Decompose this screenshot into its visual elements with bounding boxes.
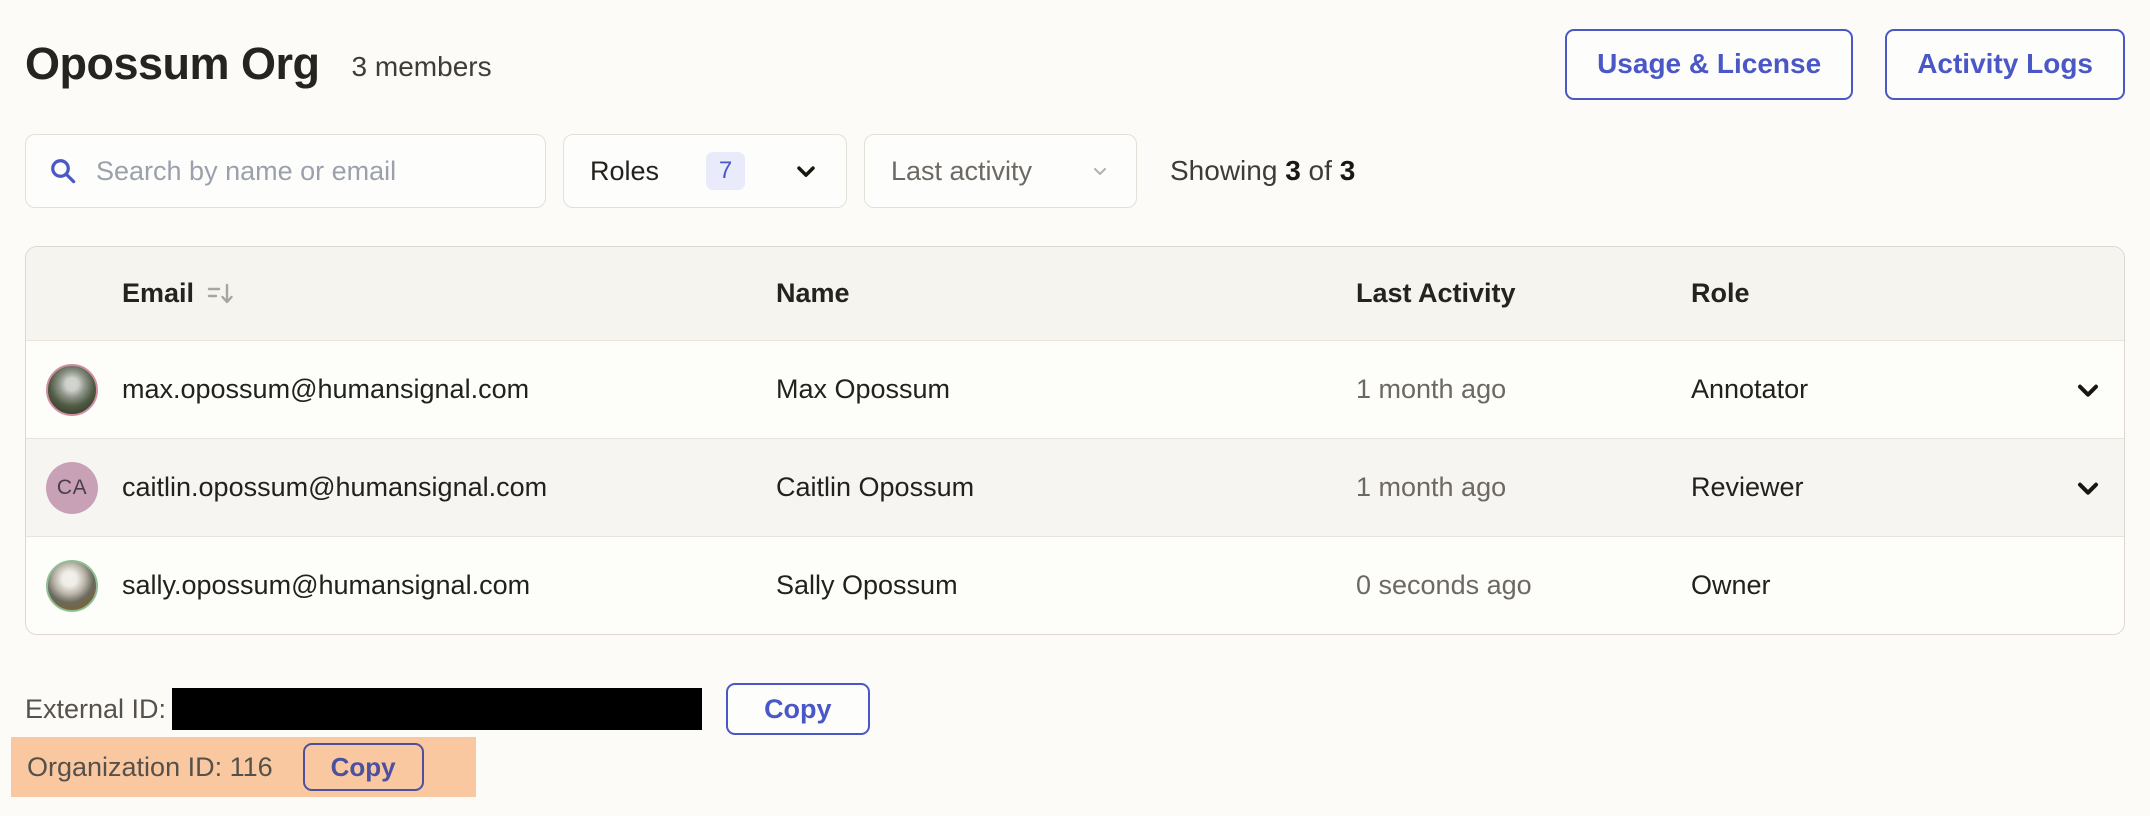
- organization-id-highlight: Organization ID: 116 Copy: [11, 737, 476, 797]
- external-id-copy-button[interactable]: Copy: [726, 683, 870, 735]
- members-count: 3 members: [352, 51, 492, 83]
- member-last-activity: 0 seconds ago: [1356, 570, 1691, 601]
- table-row[interactable]: sally.opossum@humansignal.com Sally Opos…: [26, 536, 2124, 634]
- usage-license-button[interactable]: Usage & License: [1565, 29, 1853, 100]
- external-id-redacted-value: [172, 688, 702, 730]
- chevron-down-icon: [792, 157, 820, 185]
- roles-count-badge: 7: [706, 152, 745, 190]
- member-email: caitlin.opossum@humansignal.com: [122, 472, 547, 503]
- table-row[interactable]: CA caitlin.opossum@humansignal.com Caitl…: [26, 438, 2124, 536]
- column-header-name[interactable]: Name: [776, 278, 1356, 309]
- member-email: sally.opossum@humansignal.com: [122, 570, 530, 601]
- last-activity-filter-label: Last activity: [891, 156, 1032, 187]
- member-email: max.opossum@humansignal.com: [122, 374, 529, 405]
- header-buttons: Usage & License Activity Logs: [1565, 29, 2125, 100]
- column-header-role[interactable]: Role: [1691, 278, 2034, 309]
- table-header-row: Email Name Last Activity Role: [26, 247, 2124, 340]
- member-name: Max Opossum: [776, 374, 1356, 405]
- roles-filter-label: Roles: [590, 156, 659, 187]
- email-cell: max.opossum@humansignal.com: [46, 364, 776, 416]
- member-name: Caitlin Opossum: [776, 472, 1356, 503]
- activity-logs-button[interactable]: Activity Logs: [1885, 29, 2125, 100]
- search-box[interactable]: [25, 134, 546, 208]
- member-name: Sally Opossum: [776, 570, 1356, 601]
- search-icon: [48, 156, 78, 186]
- toolbar: Roles 7 Last activity Showing 3 of 3: [25, 134, 2125, 208]
- avatar: CA: [46, 462, 98, 514]
- column-header-last-activity[interactable]: Last Activity: [1356, 278, 1691, 309]
- member-role: Reviewer: [1691, 472, 2034, 503]
- roles-filter-dropdown[interactable]: Roles 7: [563, 134, 847, 208]
- avatar: [46, 560, 98, 612]
- member-last-activity: 1 month ago: [1356, 374, 1691, 405]
- email-cell: sally.opossum@humansignal.com: [46, 560, 776, 612]
- showing-total-count: 3: [1340, 155, 1356, 186]
- member-last-activity: 1 month ago: [1356, 472, 1691, 503]
- organization-page: Opossum Org 3 members Usage & License Ac…: [0, 0, 2150, 797]
- sort-icon[interactable]: [206, 281, 236, 307]
- page-header: Opossum Org 3 members Usage & License Ac…: [25, 28, 2125, 100]
- column-header-email[interactable]: Email: [46, 278, 776, 309]
- showing-shown-count: 3: [1285, 155, 1301, 186]
- email-cell: CA caitlin.opossum@humansignal.com: [46, 462, 776, 514]
- organization-id-copy-button[interactable]: Copy: [303, 743, 424, 791]
- member-role: Owner: [1691, 570, 2034, 601]
- members-table: Email Name Last Activity Role max.opossu…: [25, 246, 2125, 635]
- organization-id-label: Organization ID: 116: [27, 752, 273, 783]
- chevron-down-icon[interactable]: [2072, 472, 2104, 504]
- table-row[interactable]: max.opossum@humansignal.com Max Opossum …: [26, 340, 2124, 438]
- chevron-down-icon[interactable]: [2072, 374, 2104, 406]
- search-input[interactable]: [96, 156, 523, 187]
- showing-prefix: Showing: [1170, 155, 1277, 186]
- external-id-label: External ID:: [25, 694, 166, 725]
- avatar: [46, 364, 98, 416]
- chevron-down-icon: [1090, 161, 1110, 181]
- showing-count-text: Showing 3 of 3: [1170, 155, 1355, 187]
- table-body: max.opossum@humansignal.com Max Opossum …: [26, 340, 2124, 634]
- last-activity-filter-dropdown[interactable]: Last activity: [864, 134, 1137, 208]
- column-header-email-label: Email: [122, 278, 194, 309]
- member-role: Annotator: [1691, 374, 2034, 405]
- external-id-row: External ID: Copy: [25, 683, 2125, 735]
- page-title: Opossum Org: [25, 38, 320, 90]
- showing-connector: of: [1309, 155, 1332, 186]
